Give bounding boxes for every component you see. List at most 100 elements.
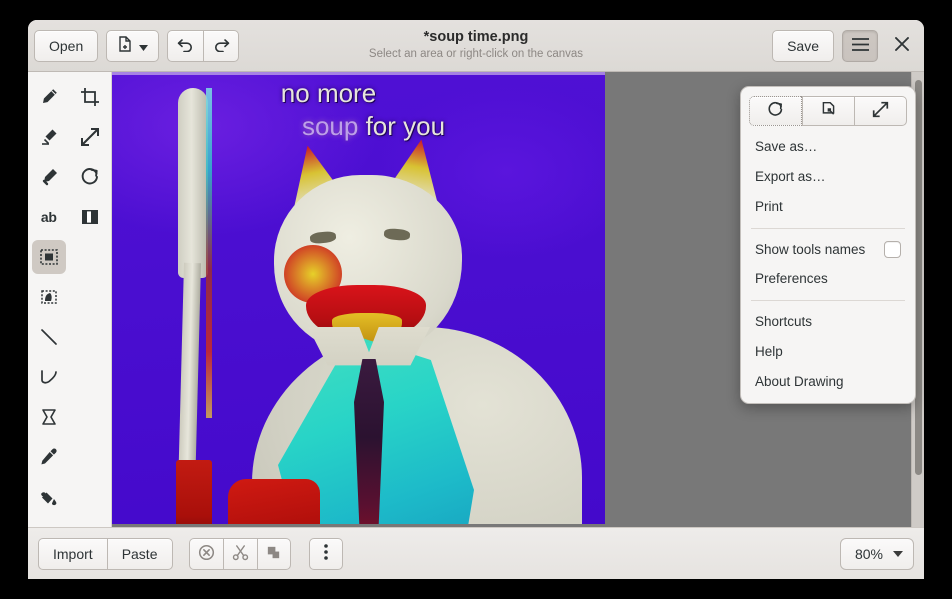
bottom-bar: Import Paste 80% bbox=[28, 527, 924, 579]
menu-rotate-button[interactable] bbox=[749, 96, 802, 126]
menu-preferences[interactable]: Preferences bbox=[741, 264, 915, 294]
main-menu-popover: Save as… Export as… Print Show tools nam… bbox=[740, 86, 916, 404]
open-button[interactable]: Open bbox=[34, 29, 99, 62]
menu-shortcuts-label: Shortcuts bbox=[755, 314, 813, 330]
rotate-tool[interactable] bbox=[73, 160, 107, 194]
header-bar: Open *soup time.png Select an area or ri… bbox=[28, 20, 924, 72]
undo-button[interactable] bbox=[167, 29, 204, 62]
menu-save-as-label: Save as… bbox=[755, 139, 818, 154]
crop-tool[interactable] bbox=[73, 80, 107, 114]
filter-icon bbox=[80, 207, 100, 227]
line-tool[interactable] bbox=[32, 320, 66, 354]
show-tools-names-checkbox[interactable] bbox=[884, 241, 901, 258]
copy-icon bbox=[265, 544, 282, 564]
menu-print[interactable]: Print bbox=[741, 192, 915, 222]
spacer-tool-4 bbox=[73, 400, 107, 434]
pencil-icon bbox=[39, 87, 59, 107]
menu-preferences-label: Preferences bbox=[755, 271, 828, 287]
cat-graphic bbox=[228, 127, 605, 524]
main-menu-button[interactable] bbox=[842, 29, 878, 62]
close-window-button[interactable] bbox=[886, 30, 918, 62]
page-title: *soup time.png bbox=[423, 29, 529, 46]
import-paste-group: Import Paste bbox=[38, 537, 173, 570]
three-dots-icon bbox=[323, 543, 329, 564]
chevron-down-icon bbox=[893, 550, 903, 557]
menu-about-drawing[interactable]: About Drawing bbox=[741, 367, 915, 397]
eraser-icon bbox=[39, 127, 59, 147]
spacer-tool-5 bbox=[73, 440, 107, 474]
spacer-tool bbox=[73, 280, 107, 314]
app-window: Open *soup time.png Select an area or ri… bbox=[28, 20, 924, 579]
eyedropper-icon bbox=[39, 447, 59, 467]
import-button[interactable]: Import bbox=[38, 537, 107, 570]
curve-icon bbox=[39, 367, 59, 387]
close-icon bbox=[895, 37, 909, 54]
more-options-button[interactable] bbox=[308, 537, 343, 570]
redo-button[interactable] bbox=[203, 29, 240, 62]
pencil-tool[interactable] bbox=[32, 80, 66, 114]
scrollbar-thumb[interactable] bbox=[915, 80, 922, 475]
free-select-icon bbox=[39, 287, 59, 307]
highlighter-tool[interactable] bbox=[32, 160, 66, 194]
chevron-down-icon bbox=[139, 38, 149, 54]
menu-help-label: Help bbox=[755, 344, 783, 360]
paint-bucket-icon bbox=[39, 487, 59, 507]
undo-icon bbox=[177, 37, 194, 55]
header-left-group: Open bbox=[34, 29, 240, 62]
canvas-area[interactable]: no more soup for you Save as… Export as…… bbox=[112, 72, 924, 527]
menu-icon-row bbox=[741, 95, 915, 132]
rectangle-select-tool[interactable] bbox=[31, 240, 66, 274]
line-icon bbox=[39, 327, 59, 347]
menu-crop-preview-button[interactable] bbox=[802, 96, 854, 126]
menu-divider-2 bbox=[751, 300, 905, 302]
scissors-icon bbox=[232, 544, 249, 564]
zoom-level-value: 80% bbox=[854, 545, 883, 562]
paste-button[interactable]: Paste bbox=[106, 537, 173, 570]
canvas-image[interactable]: no more soup for you bbox=[112, 72, 605, 524]
rotate-icon bbox=[767, 101, 784, 121]
zoom-level-dropdown[interactable]: 80% bbox=[839, 537, 914, 570]
image-top-edge bbox=[112, 72, 605, 75]
save-button[interactable]: Save bbox=[772, 29, 834, 62]
copy-button[interactable] bbox=[256, 537, 291, 570]
spacer-tool-2 bbox=[73, 320, 107, 354]
crop-icon bbox=[80, 87, 100, 107]
polygon-icon bbox=[39, 407, 59, 427]
menu-export-as[interactable]: Export as… bbox=[741, 162, 915, 192]
shape-tool[interactable] bbox=[32, 400, 66, 434]
new-document-icon bbox=[117, 35, 133, 56]
hamburger-menu-icon bbox=[851, 37, 869, 54]
filters-tool[interactable] bbox=[73, 200, 107, 234]
menu-show-tools-names[interactable]: Show tools names bbox=[741, 235, 915, 265]
rectangle-select-icon bbox=[39, 247, 59, 267]
selection-actions-group bbox=[188, 537, 291, 570]
menu-save-as[interactable]: Save as… bbox=[741, 132, 915, 162]
paint-bucket-tool[interactable] bbox=[32, 480, 66, 514]
text-tool[interactable]: ab bbox=[32, 200, 66, 234]
cut-button[interactable] bbox=[222, 537, 257, 570]
delete-circle-icon bbox=[198, 544, 215, 564]
menu-print-label: Print bbox=[755, 198, 783, 214]
new-image-button[interactable] bbox=[106, 29, 160, 62]
eraser-tool[interactable] bbox=[32, 120, 66, 154]
document-crop-icon bbox=[820, 101, 837, 121]
free-select-tool-2[interactable] bbox=[32, 280, 66, 314]
menu-help[interactable]: Help bbox=[741, 337, 915, 367]
spacer-tool-3 bbox=[73, 360, 107, 394]
rotate-icon bbox=[80, 167, 100, 187]
spacer-tool-6 bbox=[73, 480, 107, 514]
curve-tool[interactable] bbox=[32, 360, 66, 394]
menu-shortcuts[interactable]: Shortcuts bbox=[741, 307, 915, 337]
color-picker-tool[interactable] bbox=[32, 440, 66, 474]
tools-sidebar: ab bbox=[28, 72, 112, 527]
menu-fullscreen-button[interactable] bbox=[854, 96, 907, 126]
free-select-tool[interactable] bbox=[73, 240, 107, 274]
delete-selection-button[interactable] bbox=[188, 537, 223, 570]
ab-text-icon: ab bbox=[40, 209, 57, 225]
redo-icon bbox=[213, 37, 230, 55]
highlighter-icon bbox=[39, 167, 59, 187]
undo-redo-group bbox=[167, 29, 240, 62]
menu-divider-1 bbox=[751, 227, 905, 229]
expand-arrows-icon bbox=[872, 101, 889, 121]
scale-tool[interactable] bbox=[73, 120, 107, 154]
